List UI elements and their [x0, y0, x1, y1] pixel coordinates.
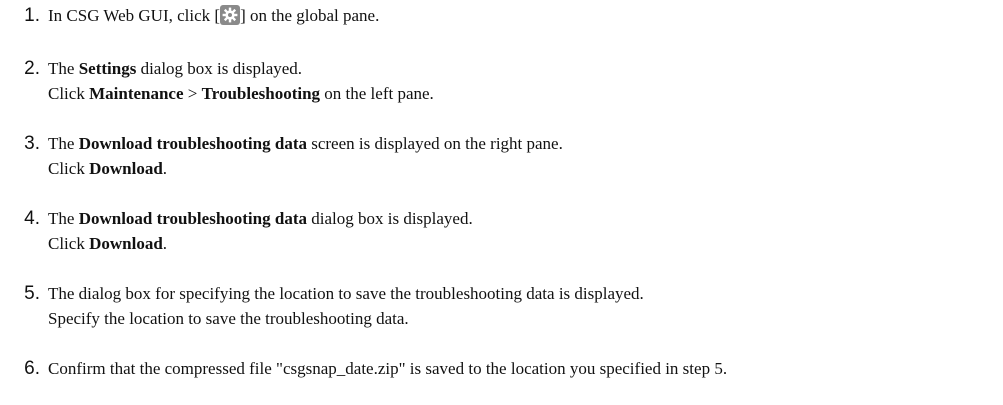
step-text: The dialog box for specifying the locati… — [48, 284, 644, 303]
button-name: Download — [89, 234, 163, 253]
step-text: Confirm that the compressed file "csgsna… — [48, 359, 728, 378]
step-instruction: Click Download. — [48, 159, 168, 178]
step-text: The Download troubleshooting data screen… — [48, 134, 563, 153]
button-name: Download — [89, 159, 163, 178]
dialog-name: Download troubleshooting data — [78, 209, 307, 228]
step-number: 4. — [24, 208, 40, 229]
step-text: The Download troubleshooting data dialog… — [48, 209, 473, 228]
step-number: 5. — [24, 283, 40, 304]
gear-icon — [220, 5, 241, 25]
step-number: 6. — [24, 358, 40, 379]
menu-item-name: Troubleshooting — [201, 84, 321, 103]
menu-item-name: Maintenance — [89, 84, 184, 103]
step-instruction: Specify the location to save the trouble… — [48, 309, 409, 328]
procedure-document: 1. In CSG Web GUI, click [] on the globa… — [0, 0, 1003, 405]
step-number: 3. — [24, 133, 40, 154]
step-number: 1. — [24, 5, 40, 26]
screen-name: Download troubleshooting data — [78, 134, 307, 153]
step-instruction: Click Maintenance > Troubleshooting on t… — [48, 84, 434, 103]
step-number: 2. — [24, 58, 40, 79]
dialog-name: Settings — [78, 59, 137, 78]
step-text: In CSG Web GUI, click [] on the global p… — [48, 5, 380, 25]
step-instruction: Click Download. — [48, 234, 168, 253]
step-text: The Settings dialog box is displayed. — [48, 59, 303, 78]
